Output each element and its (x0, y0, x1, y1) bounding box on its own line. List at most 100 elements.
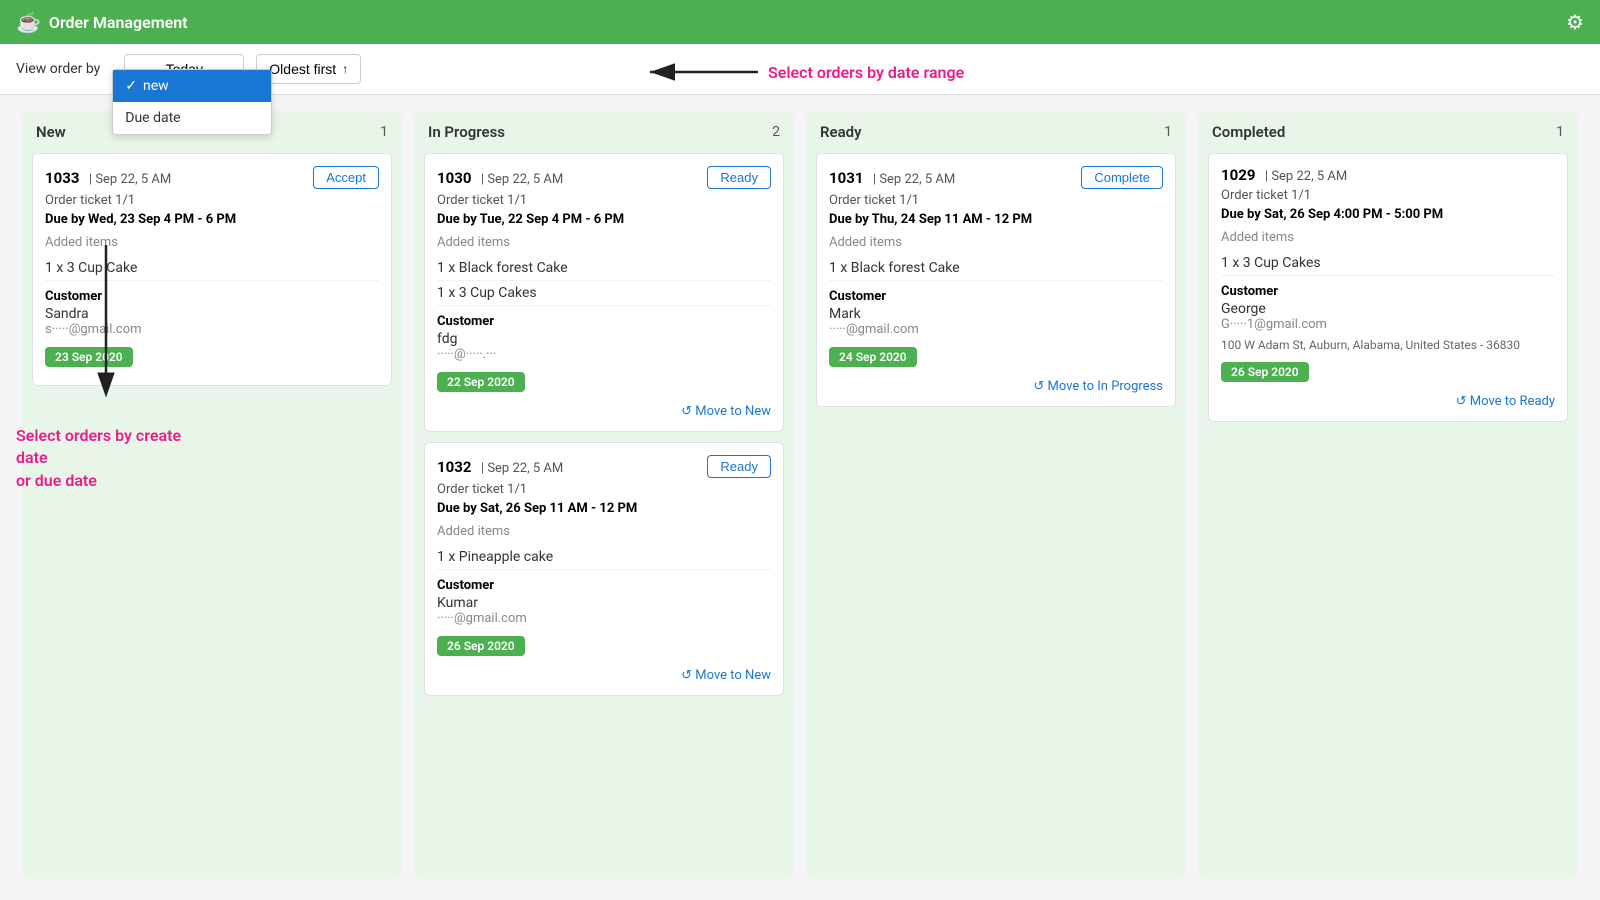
sort-button[interactable]: Oldest first ↑ (256, 54, 361, 84)
order-date-1033: | Sep 22, 5 AM (89, 172, 171, 187)
order-id-1029: 1029 (1221, 166, 1255, 184)
move-action-1032[interactable]: ↺ Move to New (437, 668, 771, 683)
ticket-info-1032: Order ticket 1/1 (437, 482, 771, 497)
view-order-dropdown-menu: ✓ new Due date (112, 69, 272, 135)
column-header-in-progress: In Progress 2 (414, 111, 794, 153)
order-date-1029: | Sep 22, 5 AM (1265, 169, 1347, 184)
item-line: 1 x 3 Cup Cakes (437, 281, 771, 306)
customer-name-1030: fdg (437, 331, 771, 347)
due-info-1031: Due by Thu, 24 Sep 11 AM - 12 PM (829, 212, 1163, 227)
order-card-1033: 1033 | Sep 22, 5 AM Accept Order ticket … (32, 153, 392, 386)
customer-name-1031: Mark (829, 306, 1163, 322)
added-items-label-1029: Added items (1221, 230, 1555, 245)
customer-label-1031: Customer (829, 289, 1163, 304)
order-id-1031: 1031 (829, 169, 863, 187)
checkmark-icon: ✓ (125, 78, 137, 94)
settings-icon[interactable]: ⚙ (1566, 10, 1584, 34)
order-id-1033: 1033 (45, 169, 79, 187)
move-action-1030[interactable]: ↺ Move to New (437, 404, 771, 419)
app-header: ☕ Order Management ⚙ (0, 0, 1600, 44)
column-title-completed: Completed (1212, 123, 1285, 141)
app-title-group: ☕ Order Management (16, 10, 188, 34)
toolbar: View order by ✓ new Due date Today Oldes… (0, 44, 1600, 95)
move-action-1031[interactable]: ↺ Move to In Progress (829, 379, 1163, 394)
customer-name-1032: Kumar (437, 595, 771, 611)
order-card-1029: 1029 | Sep 22, 5 AM Order ticket 1/1 Due… (1208, 153, 1568, 422)
date-badge-1031: 24 Sep 2020 (829, 347, 917, 367)
customer-email-1031: ·····@gmail.com (829, 322, 1163, 337)
column-title-ready: Ready (820, 123, 862, 141)
app-title: Order Management (49, 13, 188, 32)
main-content: Select orders by create date or due date… (0, 95, 1600, 895)
date-badge-1032: 26 Sep 2020 (437, 636, 525, 656)
action-btn-1031[interactable]: Complete (1081, 166, 1163, 189)
column-body-completed: 1029 | Sep 22, 5 AM Order ticket 1/1 Due… (1198, 153, 1578, 879)
column-new: New 1 1033 | Sep 22, 5 AM Accept Order t… (22, 111, 402, 879)
column-title-new: New (36, 123, 66, 141)
due-info-1033: Due by Wed, 23 Sep 4 PM - 6 PM (45, 212, 379, 227)
added-items-label-1030: Added items (437, 235, 771, 250)
column-count-ready: 1 (1164, 124, 1172, 140)
ticket-info-1030: Order ticket 1/1 (437, 193, 771, 208)
due-info-1032: Due by Sat, 26 Sep 11 AM - 12 PM (437, 501, 771, 516)
item-line: 1 x 3 Cup Cakes (1221, 251, 1555, 276)
added-items-label-1032: Added items (437, 524, 771, 539)
order-id-group-1029: 1029 | Sep 22, 5 AM (1221, 166, 1347, 184)
customer-label-1030: Customer (437, 314, 771, 329)
customer-name-1029: George (1221, 301, 1555, 317)
item-line: 1 x Black forest Cake (437, 256, 771, 281)
column-in-progress: In Progress 2 1030 | Sep 22, 5 AM Ready … (414, 111, 794, 879)
order-card-1031: 1031 | Sep 22, 5 AM Complete Order ticke… (816, 153, 1176, 407)
order-id-group-1031: 1031 | Sep 22, 5 AM (829, 169, 955, 187)
column-header-completed: Completed 1 (1198, 111, 1578, 153)
item-line: 1 x Pineapple cake (437, 545, 771, 570)
item-line: 1 x 3 Cup Cake (45, 256, 379, 281)
action-btn-1033[interactable]: Accept (313, 166, 379, 189)
added-items-label-1031: Added items (829, 235, 1163, 250)
column-count-completed: 1 (1556, 124, 1564, 140)
due-info-1029: Due by Sat, 26 Sep 4:00 PM - 5:00 PM (1221, 207, 1555, 222)
view-order-by-label: View order by (16, 61, 100, 77)
action-btn-1032[interactable]: Ready (707, 455, 771, 478)
due-info-1030: Due by Tue, 22 Sep 4 PM - 6 PM (437, 212, 771, 227)
column-title-in-progress: In Progress (428, 123, 505, 141)
customer-email-1030: ·····@·····.··· (437, 347, 771, 362)
card-top-1030: 1030 | Sep 22, 5 AM Ready (437, 166, 771, 189)
card-top-1031: 1031 | Sep 22, 5 AM Complete (829, 166, 1163, 189)
order-id-1032: 1032 (437, 458, 471, 476)
customer-label-1032: Customer (437, 578, 771, 593)
card-top-1033: 1033 | Sep 22, 5 AM Accept (45, 166, 379, 189)
customer-label-1029: Customer (1221, 284, 1555, 299)
dropdown-item-created-date[interactable]: ✓ new (113, 70, 271, 102)
ticket-info-1033: Order ticket 1/1 (45, 193, 379, 208)
date-badge-1033: 23 Sep 2020 (45, 347, 133, 367)
customer-label-1033: Customer (45, 289, 379, 304)
app-icon: ☕ (16, 10, 41, 34)
card-top-1032: 1032 | Sep 22, 5 AM Ready (437, 455, 771, 478)
move-action-1029[interactable]: ↺ Move to Ready (1221, 394, 1555, 409)
column-body-ready: 1031 | Sep 22, 5 AM Complete Order ticke… (806, 153, 1186, 879)
column-ready: Ready 1 1031 | Sep 22, 5 AM Complete Ord… (806, 111, 1186, 879)
customer-email-1029: G·····1@gmail.com (1221, 317, 1555, 332)
action-btn-1030[interactable]: Ready (707, 166, 771, 189)
card-top-1029: 1029 | Sep 22, 5 AM (1221, 166, 1555, 184)
ticket-info-1031: Order ticket 1/1 (829, 193, 1163, 208)
column-count-new: 1 (380, 124, 388, 140)
sort-label: Oldest first (269, 61, 336, 77)
dropdown-item-due-date[interactable]: Due date (113, 102, 271, 134)
column-body-new: 1033 | Sep 22, 5 AM Accept Order ticket … (22, 153, 402, 879)
date-badge-1030: 22 Sep 2020 (437, 372, 525, 392)
ticket-info-1029: Order ticket 1/1 (1221, 188, 1555, 203)
order-date-1030: | Sep 22, 5 AM (481, 172, 563, 187)
column-count-in-progress: 2 (772, 124, 780, 140)
order-id-group-1030: 1030 | Sep 22, 5 AM (437, 169, 563, 187)
columns-container: New 1 1033 | Sep 22, 5 AM Accept Order t… (16, 111, 1584, 879)
customer-name-1033: Sandra (45, 306, 379, 322)
column-completed: Completed 1 1029 | Sep 22, 5 AM Order ti… (1198, 111, 1578, 879)
item-line: 1 x Black forest Cake (829, 256, 1163, 281)
dropdown-item-created-date-label: new (143, 78, 169, 94)
date-range-arrow (640, 52, 760, 92)
order-id-1030: 1030 (437, 169, 471, 187)
dropdown-item-due-date-label: Due date (125, 110, 180, 126)
date-badge-1029: 26 Sep 2020 (1221, 362, 1309, 382)
